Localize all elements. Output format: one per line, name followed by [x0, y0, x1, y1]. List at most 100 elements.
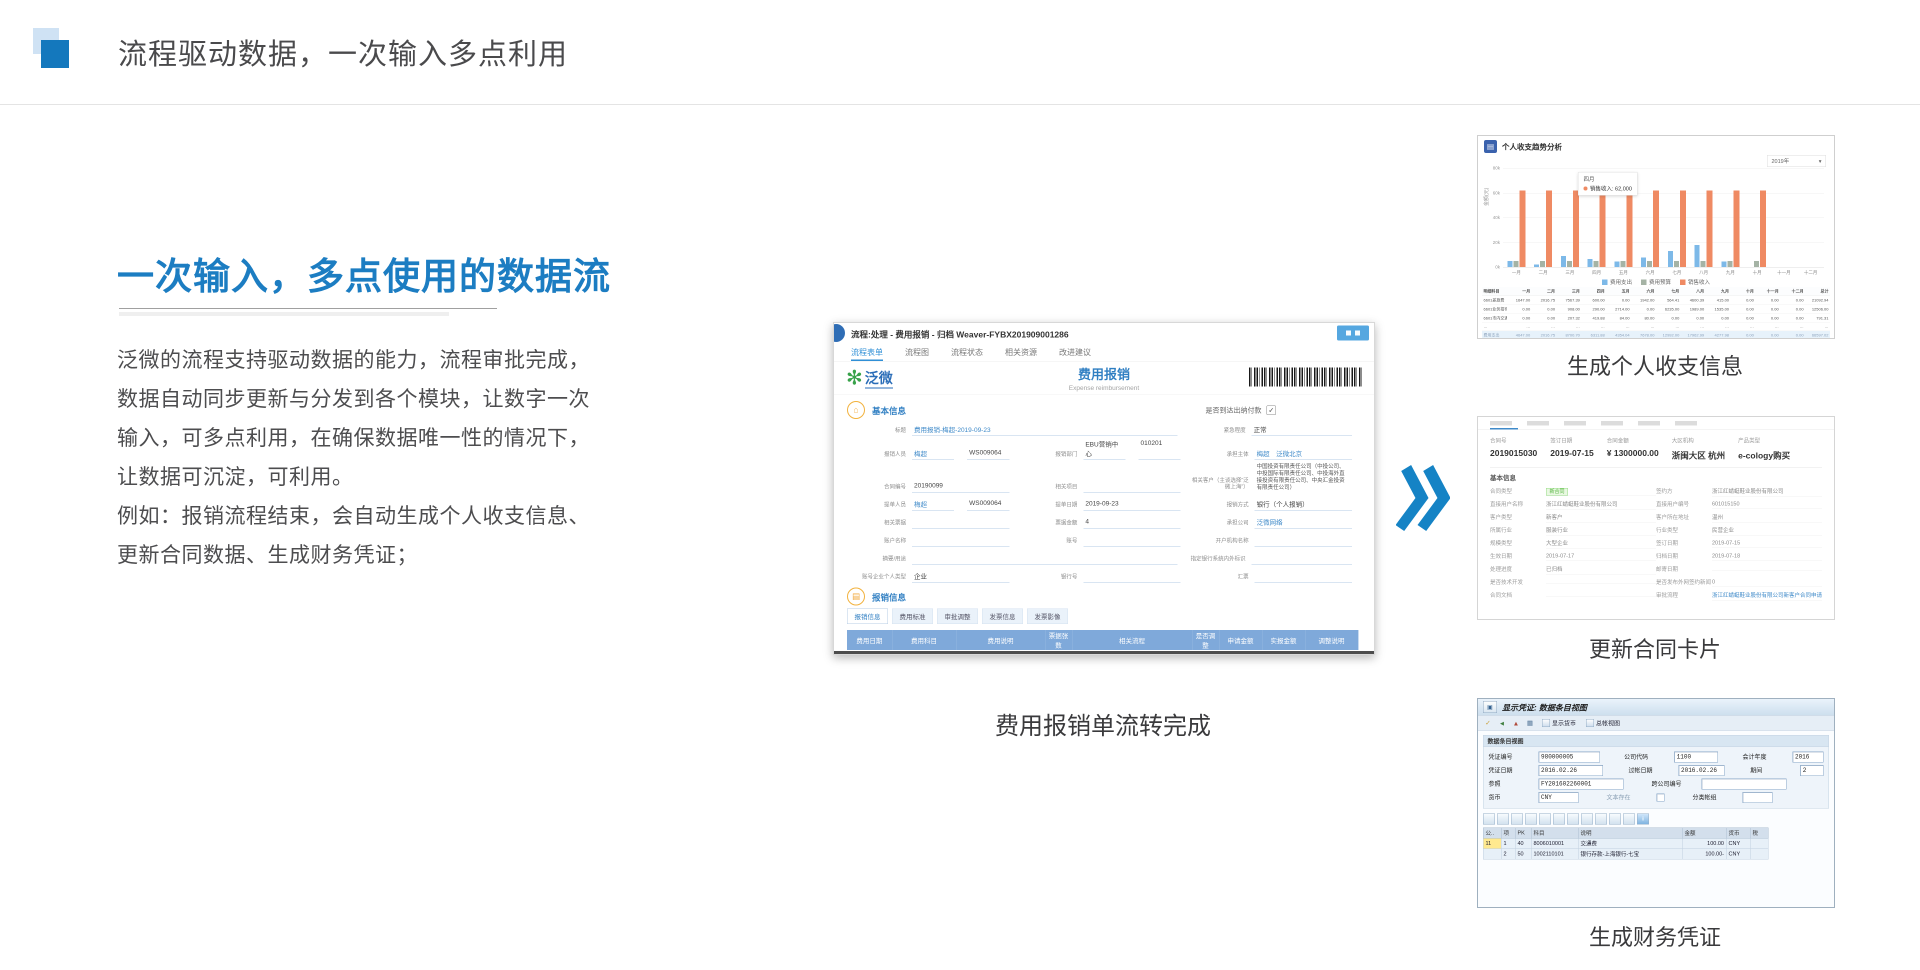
text-exists-checkbox[interactable] [1657, 793, 1665, 801]
window-action-button[interactable] [1337, 326, 1369, 341]
field-value-wrap [1083, 572, 1180, 583]
workflow-tab-1[interactable]: 流程图 [905, 343, 929, 361]
detail-subtab-2[interactable]: 审批调整 [937, 609, 978, 625]
voucher-field-input[interactable]: 980000005 [1539, 751, 1600, 762]
contract-field-label: 合同类型 [1490, 489, 1546, 495]
grid-toolbar-icon-1[interactable] [1497, 814, 1509, 825]
contract-tab-5[interactable] [1675, 421, 1697, 426]
field-value[interactable] [912, 554, 1178, 565]
year-filter-dropdown[interactable]: 2019年 ▾ [1767, 155, 1826, 167]
info-icon[interactable]: i [1637, 814, 1649, 825]
field-value-secondary[interactable]: 010201 [1139, 439, 1181, 460]
voucher-field-label: 分类帐组 [1693, 793, 1743, 802]
field-value[interactable]: 2019-09-23 [1083, 500, 1180, 511]
grid-toolbar-icon-3[interactable] [1525, 814, 1537, 825]
summary-value: ¥ 1300000.00 [1607, 449, 1659, 459]
field-value[interactable]: 梅超 泛微北京 [1255, 449, 1352, 461]
field-value[interactable]: 梅超 [912, 449, 954, 461]
workflow-tab-2[interactable]: 流程状态 [951, 343, 983, 361]
field-value[interactable] [1255, 572, 1352, 583]
detail-subtab-0[interactable]: 报销信息 [847, 609, 888, 625]
grid-toolbar-icon-2[interactable] [1511, 814, 1523, 825]
detail-subtab-3[interactable]: 发票信息 [982, 609, 1023, 625]
grid-toolbar-icon-9[interactable] [1609, 814, 1621, 825]
sap-toolbar-button-1[interactable]: 总帐视图 [1583, 718, 1623, 729]
grid-toolbar-icon-5[interactable] [1553, 814, 1565, 825]
table-cell: 100.00 [1682, 838, 1726, 849]
expense-window-title: 流程:处理 - 费用报销 - 归档 Weaver-FYBX20190900128… [851, 328, 1069, 341]
table-cell: 12992.00 [1656, 331, 1681, 339]
field-value[interactable]: 4 [1083, 518, 1180, 529]
field-value[interactable] [1083, 572, 1180, 583]
voucher-field-input[interactable] [1743, 792, 1773, 803]
up-icon[interactable]: ▲ [1511, 718, 1521, 728]
field-value[interactable]: 泛微网络 [1255, 517, 1352, 529]
field-value[interactable] [1083, 536, 1180, 547]
contract-tab-2[interactable] [1564, 421, 1586, 426]
summary-field: 合同号2019015030 [1490, 437, 1537, 462]
table-cell: 2019-09-16 [847, 650, 892, 655]
field-value[interactable] [1083, 482, 1180, 493]
table-row: 2019-09-166601滴滴打车电子普票公司至机场出租车费用1泛微出差/外出… [847, 650, 1358, 655]
field-value[interactable]: 银行（个人报销） [1255, 499, 1352, 511]
field-value[interactable]: 中国投资有限责任公司（中投公司、中投国际有限责任公司、中投海外直接投资有限责任公… [1255, 463, 1352, 493]
voucher-field-input[interactable]: CNY [1539, 792, 1579, 803]
voucher-field-input[interactable]: 2016.02.26 [1539, 765, 1603, 776]
table-cell: … [1805, 323, 1830, 331]
voucher-field-input[interactable]: FY201602260001 [1539, 778, 1624, 789]
field-value[interactable]: 正常 [1252, 425, 1352, 437]
basic-info-fields: 标题费用报销-梅超-2019-09-23紧急程度正常报销人员梅超WS009064… [847, 421, 1361, 583]
field-value-secondary[interactable]: WS009064 [967, 499, 1009, 511]
contract-tab-3[interactable] [1601, 421, 1623, 426]
field-value[interactable]: 梅超 [912, 499, 954, 511]
grid-toolbar-icon-0[interactable] [1483, 814, 1495, 825]
field-value[interactable]: 企业 [912, 571, 1009, 583]
grid-toolbar-icon-6[interactable] [1567, 814, 1579, 825]
field-value[interactable] [912, 536, 1009, 547]
field-value-secondary[interactable]: WS009064 [967, 449, 1009, 461]
table-cell: 0.00 [1706, 314, 1731, 323]
form-field-row: 相关票据票据金额4承担公司泛微网络 [847, 514, 1361, 529]
table-cell [1483, 849, 1501, 860]
bar-group [1717, 168, 1744, 267]
column-header: 申请金额 [1219, 630, 1262, 650]
detail-subtab-4[interactable]: 发票影像 [1027, 609, 1068, 625]
contract-tab-4[interactable] [1638, 421, 1660, 426]
payment-arrived-checkbox[interactable]: ✓ [1267, 405, 1277, 415]
field-value[interactable]: 费用报销-梅超-2019-09-23 [912, 425, 1178, 437]
grid-toolbar-icon-7[interactable] [1581, 814, 1593, 825]
field-value[interactable] [1252, 554, 1352, 565]
grid-toolbar-icon-10[interactable] [1623, 814, 1635, 825]
bar-销售收入 [1680, 191, 1686, 268]
detail-subtab-1[interactable]: 费用标准 [892, 609, 933, 625]
grid-toolbar-icon-4[interactable] [1539, 814, 1551, 825]
tooltip-category: 四月 [1584, 175, 1632, 183]
voucher-field-label: 文本存在 [1607, 793, 1657, 802]
workflow-tab-4[interactable]: 改进建议 [1059, 343, 1091, 361]
field-value[interactable]: EBU营销中心 [1083, 439, 1125, 460]
table-cell: 115.91 [1262, 650, 1305, 655]
back-icon[interactable]: ◄ [1497, 718, 1507, 728]
field-value[interactable] [912, 518, 1009, 529]
voucher-field-input[interactable]: 2016.02.26 [1679, 765, 1725, 776]
voucher-field-input[interactable]: 2016 [1792, 751, 1823, 762]
workflow-tab-3[interactable]: 相关资源 [1005, 343, 1037, 361]
intro-heading: 一次输入，多点使用的数据流 [117, 246, 611, 300]
contract-field-value[interactable]: 浙江红蜻蜓鞋业股份有限公司新客户合同申请 [1712, 591, 1822, 601]
contract-field-row: 邮寄日期 [1656, 563, 1822, 576]
voucher-field-input[interactable]: 1100 [1674, 751, 1718, 762]
field-value[interactable]: 20190099 [912, 482, 1009, 493]
print-icon[interactable]: ▦ [1525, 718, 1535, 728]
contract-tab-1[interactable] [1527, 421, 1549, 426]
form-field-row: 账户名称账号开户机构名称 [847, 532, 1361, 547]
voucher-field-input[interactable]: 2 [1800, 765, 1823, 776]
workflow-tab-0[interactable]: 流程表单 [851, 343, 883, 361]
sap-toolbar-button-0[interactable]: 显示货币 [1539, 718, 1579, 729]
voucher-field-input[interactable] [1702, 778, 1787, 789]
bar-费用支出 [1561, 256, 1566, 267]
sap-window-icon[interactable]: ▣ [1483, 701, 1497, 713]
contract-tab-0[interactable] [1490, 421, 1512, 426]
grid-toolbar-icon-8[interactable] [1595, 814, 1607, 825]
confirm-icon[interactable]: ✓ [1483, 718, 1493, 728]
field-value[interactable] [1255, 536, 1352, 547]
